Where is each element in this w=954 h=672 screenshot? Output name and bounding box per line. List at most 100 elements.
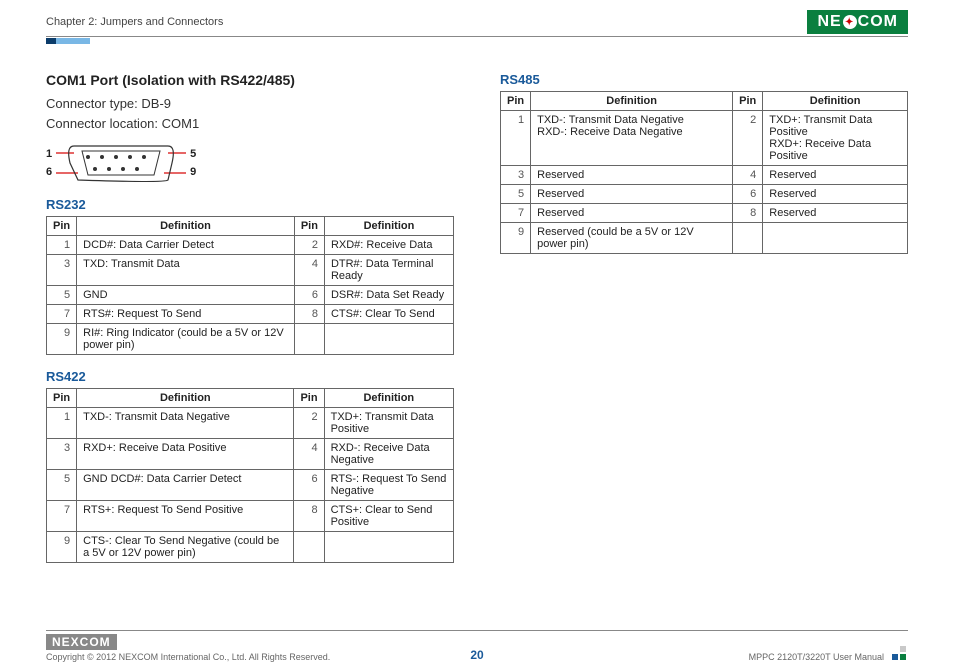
col-def: Definition <box>77 217 295 236</box>
col-def: Definition <box>77 389 294 408</box>
pin-cell: 5 <box>47 286 77 305</box>
pin-cell: 9 <box>47 532 77 563</box>
accent-divider <box>46 38 908 44</box>
def-cell: GND <box>77 286 295 305</box>
pin-cell: 6 <box>733 185 763 204</box>
table-row: 1DCD#: Data Carrier Detect2RXD#: Receive… <box>47 236 454 255</box>
table-row: 9RI#: Ring Indicator (could be a 5V or 1… <box>47 324 454 355</box>
pin-label-5: 5 <box>190 148 196 160</box>
table-row: 3TXD: Transmit Data4DTR#: Data Terminal … <box>47 255 454 286</box>
def-cell: RXD+: Receive Data Positive <box>77 439 294 470</box>
pin-label-1: 1 <box>46 148 52 160</box>
pin-cell <box>733 223 763 254</box>
table-row: 3Reserved4Reserved <box>501 166 908 185</box>
def-cell: DSR#: Data Set Ready <box>324 286 453 305</box>
pin-cell: 8 <box>294 305 324 324</box>
pin-cell: 4 <box>294 255 324 286</box>
rs422-title: RS422 <box>46 369 454 384</box>
rs232-table: Pin Definition Pin Definition 1DCD#: Dat… <box>46 216 454 355</box>
col-def: Definition <box>324 389 453 408</box>
def-cell: TXD: Transmit Data <box>77 255 295 286</box>
def-cell: DTR#: Data Terminal Ready <box>324 255 453 286</box>
table-row: 9Reserved (could be a 5V or 12V power pi… <box>501 223 908 254</box>
pin-cell: 3 <box>47 255 77 286</box>
table-row: 9CTS-: Clear To Send Negative (could be … <box>47 532 454 563</box>
col-pin: Pin <box>294 389 324 408</box>
col-def: Definition <box>324 217 453 236</box>
pin-cell <box>294 324 324 355</box>
pin-cell <box>294 532 324 563</box>
table-row: 1TXD-: Transmit Data Negative2TXD+: Tran… <box>47 408 454 439</box>
col-def: Definition <box>763 92 908 111</box>
pin-cell: 6 <box>294 286 324 305</box>
col-pin: Pin <box>733 92 763 111</box>
pin-cell: 3 <box>47 439 77 470</box>
rs422-table: Pin Definition Pin Definition 1TXD-: Tra… <box>46 388 454 563</box>
def-cell: Reserved <box>531 204 733 223</box>
pin-cell: 4 <box>733 166 763 185</box>
def-cell: Reserved <box>763 166 908 185</box>
def-cell: RXD#: Receive Data <box>324 236 453 255</box>
def-cell: TXD-: Transmit Data Negative RXD-: Recei… <box>531 111 733 166</box>
pin-cell: 3 <box>501 166 531 185</box>
pin-cell: 1 <box>501 111 531 166</box>
def-cell: TXD+: Transmit Data Positive RXD+: Recei… <box>763 111 908 166</box>
def-cell: TXD+: Transmit Data Positive <box>324 408 453 439</box>
pin-cell: 2 <box>294 408 324 439</box>
col-pin: Pin <box>47 389 77 408</box>
pin-label-6: 6 <box>46 166 52 178</box>
col-pin: Pin <box>47 217 77 236</box>
table-row: 5Reserved6Reserved <box>501 185 908 204</box>
connector-location: Connector location: COM1 <box>46 114 454 134</box>
connector-type: Connector type: DB-9 <box>46 94 454 114</box>
def-cell: RI#: Ring Indicator (could be a 5V or 12… <box>77 324 295 355</box>
col-pin: Pin <box>501 92 531 111</box>
def-cell: Reserved <box>531 185 733 204</box>
def-cell: CTS+: Clear to Send Positive <box>324 501 453 532</box>
def-cell: CTS#: Clear To Send <box>324 305 453 324</box>
table-row: 3RXD+: Receive Data Positive4RXD-: Recei… <box>47 439 454 470</box>
def-cell <box>324 532 453 563</box>
def-cell: RTS#: Request To Send <box>77 305 295 324</box>
chapter-label: Chapter 2: Jumpers and Connectors <box>46 16 223 28</box>
pin-cell: 4 <box>294 439 324 470</box>
col-pin: Pin <box>294 217 324 236</box>
pin-cell: 1 <box>47 408 77 439</box>
section-title: COM1 Port (Isolation with RS422/485) <box>46 72 454 88</box>
def-cell: Reserved <box>763 185 908 204</box>
pin-cell: 6 <box>294 470 324 501</box>
table-row: 1TXD-: Transmit Data Negative RXD-: Rece… <box>501 111 908 166</box>
pin-cell: 2 <box>733 111 763 166</box>
table-row: 7RTS+: Request To Send Positive8CTS+: Cl… <box>47 501 454 532</box>
pin-cell: 8 <box>733 204 763 223</box>
pin-cell: 5 <box>47 470 77 501</box>
def-cell: Reserved (could be a 5V or 12V power pin… <box>531 223 733 254</box>
table-row: 5GND DCD#: Data Carrier Detect6RTS-: Req… <box>47 470 454 501</box>
def-cell: RXD-: Receive Data Negative <box>324 439 453 470</box>
def-cell: RTS-: Request To Send Negative <box>324 470 453 501</box>
pin-cell: 1 <box>47 236 77 255</box>
pin-cell: 8 <box>294 501 324 532</box>
pin-cell: 5 <box>501 185 531 204</box>
def-cell: GND DCD#: Data Carrier Detect <box>77 470 294 501</box>
pin-cell: 9 <box>47 324 77 355</box>
table-row: 5GND6DSR#: Data Set Ready <box>47 286 454 305</box>
pin-cell: 7 <box>501 204 531 223</box>
pin-cell: 2 <box>294 236 324 255</box>
page-number: 20 <box>46 648 908 662</box>
def-cell: CTS-: Clear To Send Negative (could be a… <box>77 532 294 563</box>
pin-cell: 7 <box>47 501 77 532</box>
def-cell <box>763 223 908 254</box>
pin-label-9: 9 <box>190 166 196 178</box>
rs485-table: Pin Definition Pin Definition 1TXD-: Tra… <box>500 91 908 254</box>
rs232-title: RS232 <box>46 197 454 212</box>
def-cell: Reserved <box>531 166 733 185</box>
def-cell: Reserved <box>763 204 908 223</box>
def-cell <box>324 324 453 355</box>
table-row: 7RTS#: Request To Send8CTS#: Clear To Se… <box>47 305 454 324</box>
brand-logo-top: NE✦COM <box>807 10 908 34</box>
col-def: Definition <box>531 92 733 111</box>
def-cell: RTS+: Request To Send Positive <box>77 501 294 532</box>
table-row: 7Reserved8Reserved <box>501 204 908 223</box>
def-cell: TXD-: Transmit Data Negative <box>77 408 294 439</box>
